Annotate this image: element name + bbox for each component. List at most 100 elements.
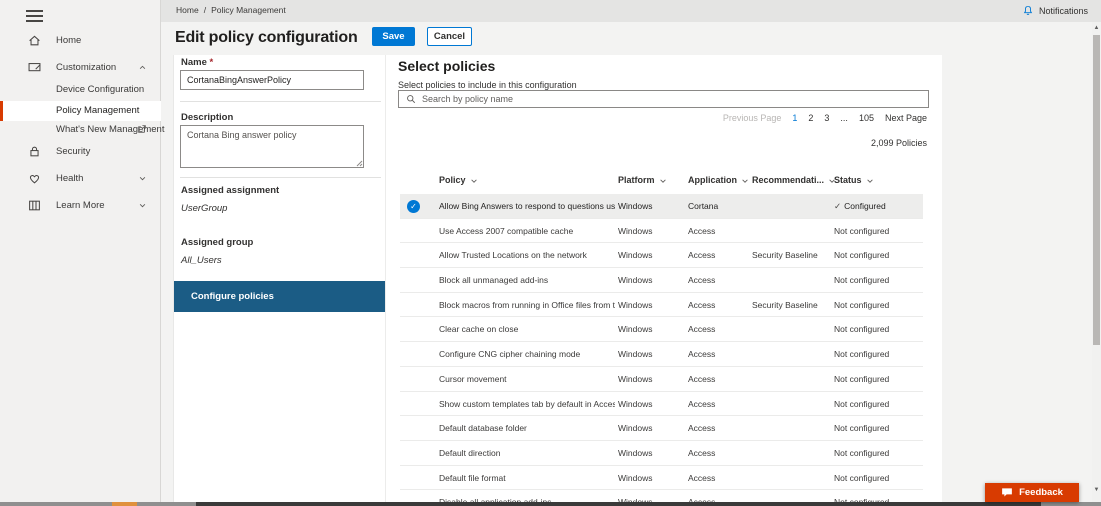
scrollbar-thumb[interactable] xyxy=(1093,35,1100,345)
sidebar-item-home[interactable]: Home xyxy=(0,31,161,51)
select-policies-title: Select policies xyxy=(398,58,495,74)
breadcrumb-current[interactable]: Policy Management xyxy=(211,5,286,15)
column-header-application[interactable]: Application xyxy=(688,175,749,185)
cell-status: Not configured xyxy=(834,466,889,491)
policy-row[interactable]: Configure CNG cipher chaining modeWindow… xyxy=(400,342,923,367)
column-header-status[interactable]: Status xyxy=(834,175,874,185)
main-content: Edit policy configuration Save Cancel Na… xyxy=(161,22,1092,502)
sidebar: Home Customization Device Configuration Pol… xyxy=(0,0,161,502)
sidebar-item-health[interactable]: Health xyxy=(0,169,161,189)
table-header: Policy Platform ApplicationRecommendati...… xyxy=(386,175,942,191)
cell-platform: Windows xyxy=(618,243,652,268)
page-number-1[interactable]: 1 xyxy=(792,113,797,123)
pagination: Previous Page123...105Next Page xyxy=(723,113,927,123)
cell-status: Not configured xyxy=(834,490,889,502)
feedback-button[interactable]: Feedback xyxy=(985,483,1079,502)
page-number-105[interactable]: 105 xyxy=(859,113,874,123)
cell-policy: Default file format xyxy=(439,466,615,491)
cell-platform: Windows xyxy=(618,392,652,417)
next-page-button[interactable]: Next Page xyxy=(885,113,927,123)
status-text: Configured xyxy=(844,201,886,211)
scroll-up-arrow-icon[interactable]: ▲ xyxy=(1092,24,1101,33)
selected-accent-bar xyxy=(0,101,3,121)
previous-page-button[interactable]: Previous Page xyxy=(723,113,782,123)
cell-platform: Windows xyxy=(618,416,652,441)
sidebar-item-policy-management[interactable]: Policy Management xyxy=(0,101,161,121)
cancel-button[interactable]: Cancel xyxy=(427,27,472,46)
cell-status: Not configured xyxy=(834,268,889,293)
policy-row[interactable]: ✓ Allow Bing Answers to respond to questi… xyxy=(400,194,923,219)
policy-row[interactable]: Default directionWindowsAccessNot config… xyxy=(400,441,923,466)
sidebar-item-security[interactable]: Security xyxy=(0,142,161,162)
cell-status: ✓Configured xyxy=(834,194,886,219)
feedback-label: Feedback xyxy=(1019,487,1063,498)
vertical-scrollbar[interactable]: ▲ ▼ xyxy=(1092,22,1101,502)
sidebar-item-label: Policy Management xyxy=(56,105,139,116)
home-icon xyxy=(27,33,42,48)
sidebar-item-label: Customization xyxy=(56,62,116,73)
cell-platform: Windows xyxy=(618,293,652,318)
cell-policy: Default direction xyxy=(439,441,615,466)
assigned-group-value: All_Users xyxy=(181,255,222,266)
search-icon xyxy=(405,93,417,105)
cell-policy: Allow Bing Answers to respond to questio… xyxy=(439,194,615,219)
external-link-icon xyxy=(136,123,148,135)
column-header-policy[interactable]: Policy xyxy=(439,175,478,185)
policy-row[interactable]: Clear cache on closeWindowsAccessNot con… xyxy=(400,317,923,342)
sidebar-item-label: What's New Management xyxy=(56,124,164,135)
cell-application: Access xyxy=(688,317,715,342)
policy-row[interactable]: Allow Trusted Locations on the networkWi… xyxy=(400,243,923,268)
cell-application: Access xyxy=(688,466,715,491)
cell-application: Access xyxy=(688,268,715,293)
sidebar-item-learn-more[interactable]: Learn More xyxy=(0,196,161,216)
cell-recommendation: Security Baseline xyxy=(752,243,818,268)
cell-policy: Allow Trusted Locations on the network xyxy=(439,243,615,268)
save-button[interactable]: Save xyxy=(372,27,415,46)
breadcrumb-home[interactable]: Home xyxy=(176,5,199,15)
policy-row[interactable]: Block all unmanaged add-insWindowsAccess… xyxy=(400,268,923,293)
cell-platform: Windows xyxy=(618,342,652,367)
policy-row[interactable]: Default file formatWindowsAccessNot conf… xyxy=(400,466,923,491)
description-field[interactable]: Cortana Bing answer policy xyxy=(180,125,364,168)
cell-platform: Windows xyxy=(618,441,652,466)
page-number-2[interactable]: 2 xyxy=(808,113,813,123)
chevron-down-icon xyxy=(137,173,148,184)
chevron-up-icon xyxy=(137,62,148,73)
policy-form-panel: Name * Description Cortana Bing answer p… xyxy=(173,55,385,502)
policy-row[interactable]: Show custom templates tab by default in … xyxy=(400,392,923,417)
scroll-down-arrow-icon[interactable]: ▼ xyxy=(1092,486,1101,495)
column-header-recommendation[interactable]: Recommendati... xyxy=(752,175,836,185)
cell-platform: Windows xyxy=(618,317,652,342)
cell-policy: Cursor movement xyxy=(439,367,615,392)
cell-application: Cortana xyxy=(688,194,718,219)
sort-chevron-icon xyxy=(741,176,749,185)
policy-row[interactable]: Cursor movementWindowsAccessNot configur… xyxy=(400,367,923,392)
horizontal-scrollbar-marker xyxy=(112,502,137,506)
policy-row[interactable]: Use Access 2007 compatible cacheWindowsA… xyxy=(400,219,923,244)
column-header-platform[interactable]: Platform xyxy=(618,175,667,185)
sidebar-item-device-configuration[interactable]: Device Configuration xyxy=(0,80,161,100)
policy-row[interactable]: Block macros from running in Office file… xyxy=(400,293,923,318)
selected-check-icon[interactable]: ✓ xyxy=(407,200,420,213)
configure-policies-button[interactable]: Configure policies xyxy=(174,281,386,312)
column-label: Policy xyxy=(439,175,466,185)
sidebar-item-what-s-new-management[interactable]: What's New Management xyxy=(0,120,161,140)
horizontal-scrollbar-thumb[interactable] xyxy=(196,502,1041,506)
policy-row[interactable]: Default database folderWindowsAccessNot … xyxy=(400,416,923,441)
breadcrumb: Home / Policy Management xyxy=(176,5,286,15)
cell-application: Access xyxy=(688,416,715,441)
menu-icon[interactable] xyxy=(26,10,43,22)
horizontal-scrollbar[interactable] xyxy=(0,502,1101,506)
sidebar-item-customization[interactable]: Customization xyxy=(0,58,161,78)
cell-policy: Default database folder xyxy=(439,416,615,441)
sidebar-item-label: Health xyxy=(56,173,83,184)
search-input[interactable] xyxy=(417,94,928,104)
cell-status: Not configured xyxy=(834,293,889,318)
notifications-button[interactable]: Notifications xyxy=(1022,4,1088,17)
page-number-3[interactable]: 3 xyxy=(824,113,829,123)
policy-row[interactable]: Disable all application add-insWindowsAc… xyxy=(400,490,923,502)
cell-application: Access xyxy=(688,441,715,466)
required-asterisk: * xyxy=(210,57,214,68)
textarea-resize-handle[interactable] xyxy=(356,160,363,167)
name-field[interactable] xyxy=(180,70,364,90)
